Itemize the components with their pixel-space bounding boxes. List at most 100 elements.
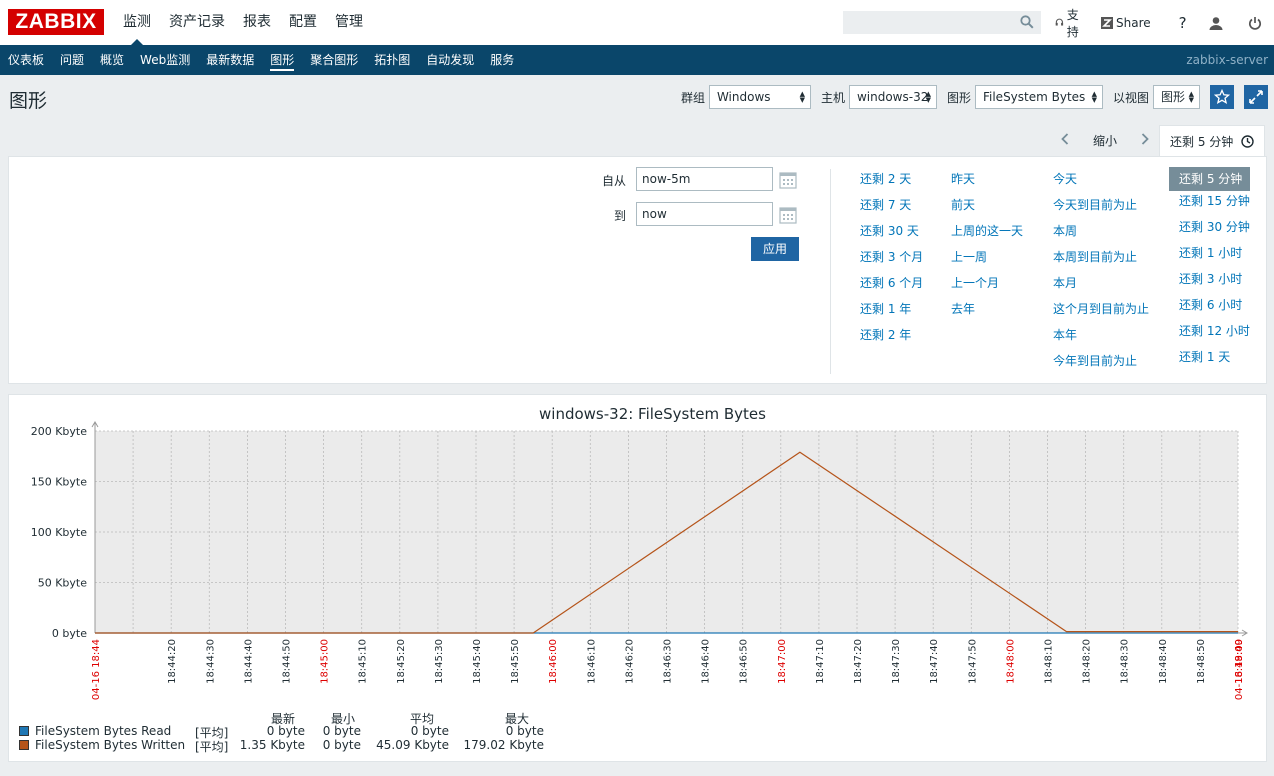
chart-title: windows-32: FileSystem Bytes: [539, 405, 766, 423]
quick-range-link[interactable]: 本年: [1053, 327, 1149, 353]
quick-range-link[interactable]: 今年到目前为止: [1053, 353, 1149, 379]
time-tab-active[interactable]: 还剩 5 分钟: [1159, 125, 1266, 157]
to-input[interactable]: now: [636, 202, 773, 226]
submenu-services[interactable]: 服务: [482, 45, 522, 75]
x-tick-label: 18:46:40: [701, 639, 712, 684]
graph-filters: 群组 Windows ▲ ▼ 主机 windows-32 ▲ ▼ 图形 FileSyst…: [681, 84, 1268, 110]
support-link[interactable]: 支持: [1055, 6, 1083, 40]
quick-range-link[interactable]: 上一个月: [951, 275, 1023, 301]
submenu-maps[interactable]: 拓扑图: [366, 45, 418, 75]
apply-button[interactable]: 应用: [751, 237, 799, 261]
x-tick-label: 18:48:10: [1044, 639, 1055, 684]
x-tick-label: 18:44:50: [282, 639, 293, 684]
help-button[interactable]: ?: [1179, 14, 1187, 32]
submenu-latest-data[interactable]: 最新数据: [198, 45, 262, 75]
submenu-screens[interactable]: 聚合图形: [302, 45, 366, 75]
time-filter-panel: 自从 now-5m 到 now 应用 还剩 2 天 还剩 7 天 还剩 30 天…: [8, 156, 1267, 384]
quick-range-link[interactable]: 今天到目前为止: [1053, 197, 1149, 223]
profile-button[interactable]: [1209, 16, 1226, 30]
clock-icon: [1241, 135, 1254, 148]
quick-range-link[interactable]: 本周: [1053, 223, 1149, 249]
menu-configuration[interactable]: 配置: [281, 0, 325, 45]
graph-select[interactable]: FileSystem Bytes ▲ ▼: [974, 85, 1103, 109]
zoom-out-button[interactable]: 缩小: [1079, 125, 1131, 157]
filter-divider: [830, 169, 831, 374]
chevron-right-icon: [1141, 133, 1149, 145]
quick-range-link[interactable]: 去年: [951, 301, 1023, 327]
legend-avg: 0 byte: [410, 724, 449, 738]
group-label: 群组: [680, 90, 705, 105]
legend-avg: 45.09 Kbyte: [376, 738, 449, 752]
calendar-to-icon[interactable]: [779, 206, 797, 224]
quick-range-link[interactable]: 这个月到目前为止: [1053, 301, 1149, 327]
quick-range-link[interactable]: 还剩 12 小时: [1179, 323, 1250, 349]
submenu-problems[interactable]: 问题: [52, 45, 92, 75]
quick-range-link[interactable]: 昨天: [951, 171, 1023, 197]
x-tick-label: 18:45:40: [472, 639, 483, 684]
sub-menu: 仪表板 问题 概览 Web监测 最新数据 图形 聚合图形 拓扑图 自动发现 服务…: [0, 45, 1274, 75]
share-link[interactable]: Share: [1101, 16, 1151, 30]
quick-range-link[interactable]: 还剩 30 天: [860, 223, 923, 249]
host-select[interactable]: windows-32 ▲ ▼: [848, 85, 937, 109]
x-tick-label: 18:47:20: [853, 639, 864, 684]
quick-range-link[interactable]: 还剩 2 天: [860, 171, 923, 197]
menu-monitoring[interactable]: 监测: [115, 0, 159, 45]
time-next-button[interactable]: [1131, 125, 1159, 157]
menu-administration[interactable]: 管理: [327, 0, 371, 45]
share-z-icon: [1101, 16, 1114, 29]
quick-range-link[interactable]: 本周到目前为止: [1053, 249, 1149, 275]
time-prev-button[interactable]: [1051, 125, 1079, 157]
y-tick-label: 150 Kbyte: [31, 476, 88, 489]
quick-range-link[interactable]: 还剩 1 小时: [1179, 245, 1250, 271]
quick-range-selected[interactable]: 还剩 5 分钟: [1169, 167, 1250, 191]
quick-range-link[interactable]: 今天: [1053, 171, 1149, 197]
top-bar: ZABBIX 监测 资产记录 报表 配置 管理 支持 Share ?: [0, 0, 1274, 45]
calendar-from-icon[interactable]: [779, 171, 797, 189]
quick-range-link[interactable]: 还剩 3 个月: [860, 249, 923, 275]
quick-range-link[interactable]: 还剩 2 年: [860, 327, 923, 353]
submenu-graphs[interactable]: 图形: [262, 45, 302, 75]
x-tick-label: 18:44:30: [205, 639, 216, 684]
legend-swatch-written: [19, 740, 29, 750]
select-arrows-icon: ▲ ▼: [1091, 90, 1097, 104]
legend-last: 1.35 Kbyte: [239, 738, 305, 752]
quick-range-link[interactable]: 还剩 15 分钟: [1179, 193, 1250, 219]
submenu-dashboard[interactable]: 仪表板: [0, 45, 52, 75]
quick-range-link[interactable]: 还剩 6 个月: [860, 275, 923, 301]
select-arrows-icon: ▲ ▼: [925, 90, 931, 104]
quick-range-link[interactable]: 上一周: [951, 249, 1023, 275]
group-select[interactable]: Windows ▲ ▼: [708, 85, 811, 109]
quick-range-link[interactable]: 上周的这一天: [951, 223, 1023, 249]
graph-value: FileSystem Bytes: [982, 90, 1086, 104]
search-icon[interactable]: [1020, 15, 1034, 32]
quick-range-link[interactable]: 还剩 30 分钟: [1179, 219, 1250, 245]
menu-reports[interactable]: 报表: [235, 0, 279, 45]
headset-icon: [1055, 18, 1064, 26]
quick-range-link[interactable]: 还剩 3 小时: [1179, 271, 1250, 297]
submenu-web[interactable]: Web监测: [132, 45, 198, 75]
quick-range-link[interactable]: 本月: [1053, 275, 1149, 301]
select-arrows-icon: ▲ ▼: [799, 90, 805, 104]
search-input[interactable]: [843, 11, 1041, 34]
zabbix-logo[interactable]: ZABBIX: [8, 9, 104, 35]
from-input[interactable]: now-5m: [636, 167, 773, 191]
legend-series-name: FileSystem Bytes Read: [35, 724, 172, 738]
quick-range-link[interactable]: 前天: [951, 197, 1023, 223]
x-tick-label: 18:48:50: [1196, 639, 1207, 684]
menu-inventory[interactable]: 资产记录: [161, 0, 233, 45]
fullscreen-button[interactable]: [1244, 85, 1268, 109]
favorite-button[interactable]: [1210, 85, 1234, 109]
chevron-left-icon: [1061, 133, 1069, 145]
x-end-label: 04-16 18:49: [1234, 639, 1245, 700]
graph-label: 图形: [946, 90, 971, 105]
submenu-discovery[interactable]: 自动发现: [418, 45, 482, 75]
x-tick-label: 18:47:30: [891, 639, 902, 684]
submenu-overview[interactable]: 概览: [92, 45, 132, 75]
quick-range-link[interactable]: 还剩 1 年: [860, 301, 923, 327]
quick-range-link[interactable]: 还剩 7 天: [860, 197, 923, 223]
quick-range-link[interactable]: 还剩 1 天: [1179, 349, 1250, 375]
logout-button[interactable]: [1248, 16, 1265, 30]
quick-range-link[interactable]: 还剩 6 小时: [1179, 297, 1250, 323]
filesystem-bytes-chart[interactable]: windows-32: FileSystem Bytes 0 byte 50 Kby…: [9, 395, 1266, 761]
view-select[interactable]: 图形 ▲ ▼: [1153, 85, 1200, 109]
